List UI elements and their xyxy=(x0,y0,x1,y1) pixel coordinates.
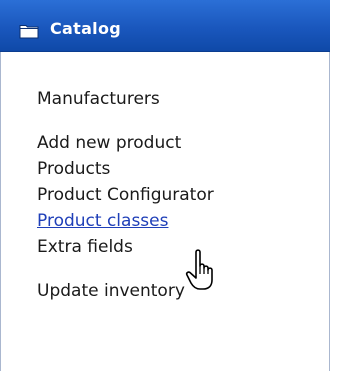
menu-item-manufacturers[interactable]: Manufacturers xyxy=(37,88,160,110)
catalog-panel: Catalog Manufacturers Add new product Pr… xyxy=(0,0,356,371)
menu-item-products[interactable]: Products xyxy=(37,158,110,180)
menu-item-product-classes[interactable]: Product classes xyxy=(37,210,168,232)
menu-item-extra-fields[interactable]: Extra fields xyxy=(37,236,133,258)
catalog-menu: Manufacturers Add new product Products P… xyxy=(0,52,330,371)
menu-item-product-configurator[interactable]: Product Configurator xyxy=(37,184,214,206)
menu-item-add-new-product[interactable]: Add new product xyxy=(37,132,181,154)
panel-title: Catalog xyxy=(50,19,122,38)
menu-item-update-inventory[interactable]: Update inventory xyxy=(37,280,185,302)
catalog-panel-header: Catalog xyxy=(0,0,330,52)
folder-icon xyxy=(19,25,39,39)
